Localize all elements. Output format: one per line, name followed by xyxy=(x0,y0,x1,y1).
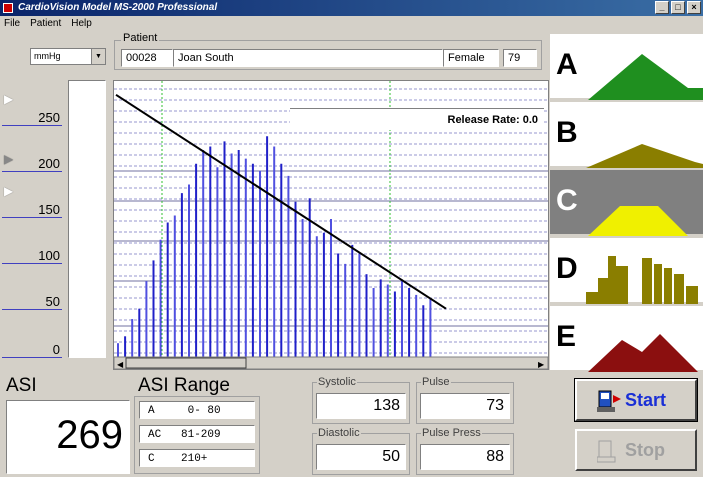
asi-range-row: A 0- 80 xyxy=(139,401,255,419)
scale-label: 250 xyxy=(2,110,62,126)
scrollbar-thumb xyxy=(125,357,247,369)
start-button[interactable]: Start xyxy=(574,378,698,422)
diastolic-label: Diastolic xyxy=(317,427,361,439)
unit-select-value: mmHg xyxy=(34,51,61,61)
asi-range-label: ASI Range xyxy=(138,375,230,396)
scroll-right-icon: ▶ xyxy=(538,360,545,369)
menu-file[interactable]: File xyxy=(4,16,20,32)
patient-group: Patient 00028 Joan South Female 79 xyxy=(114,32,542,70)
diastolic-marker-icon[interactable]: ▶ xyxy=(4,184,14,198)
waveform-c-icon xyxy=(588,206,688,236)
menu-bar: File Patient Help xyxy=(0,16,703,32)
systolic-marker-icon[interactable]: ▶ xyxy=(4,92,14,106)
diastolic-group: Diastolic 50 xyxy=(312,427,410,475)
scale-label: 100 xyxy=(2,248,62,264)
pulse-press-group: Pulse Press 88 xyxy=(416,427,514,475)
patient-legend: Patient xyxy=(121,32,160,44)
systolic-group: Systolic 138 xyxy=(312,376,410,424)
waveform-a-icon xyxy=(588,54,703,100)
pulse-label: Pulse xyxy=(421,376,451,388)
waveform-panel-a[interactable]: A xyxy=(550,34,703,100)
waveform-panel-e[interactable]: E xyxy=(550,306,703,372)
asi-range-row: AC 81-209 xyxy=(139,425,255,443)
scroll-left-icon: ◀ xyxy=(117,360,124,369)
unit-select[interactable]: mmHg ▼ xyxy=(30,48,106,65)
diastolic-value: 50 xyxy=(316,444,406,470)
waveform-b-icon xyxy=(586,144,703,168)
asi-display: 269 xyxy=(6,400,130,474)
pulse-group: Pulse 73 xyxy=(416,376,514,424)
menu-help[interactable]: Help xyxy=(71,16,92,32)
pulse-press-value: 88 xyxy=(420,444,510,470)
patient-name-field[interactable]: Joan South xyxy=(173,49,443,67)
minimize-button[interactable]: _ xyxy=(655,1,669,14)
pressure-scale: 250 200 150 100 50 0 ▶ ▶ ▶ xyxy=(0,80,66,360)
release-rate-label: Release Rate: 0.0 xyxy=(290,108,544,130)
asi-label: ASI xyxy=(6,375,37,396)
waveform-panel-d[interactable]: D xyxy=(550,238,703,304)
scale-label: 150 xyxy=(2,202,62,218)
stop-button[interactable]: Stop xyxy=(575,429,697,471)
scale-label: 50 xyxy=(2,294,62,310)
waveform-panel-c[interactable]: C xyxy=(550,170,703,236)
pressure-gauge xyxy=(68,80,106,358)
asi-range-group: A 0- 80 AC 81-209 C 210+ xyxy=(134,396,260,474)
systolic-label: Systolic xyxy=(317,376,357,388)
stop-label: Stop xyxy=(625,440,665,460)
patient-age-field[interactable]: 79 xyxy=(503,49,537,67)
waveform-d-icon xyxy=(586,256,698,304)
title-bar: CardioVision Model MS-2000 Professional … xyxy=(0,0,703,16)
pulse-press-label: Pulse Press xyxy=(421,427,482,439)
patient-sex-field[interactable]: Female xyxy=(443,49,499,67)
patient-id-field[interactable]: 00028 xyxy=(121,49,173,67)
systolic-value: 138 xyxy=(316,393,406,419)
window-title: CardioVision Model MS-2000 Professional xyxy=(18,2,218,13)
stop-device-icon xyxy=(597,440,616,463)
start-device-icon xyxy=(597,390,621,412)
close-button[interactable]: × xyxy=(687,1,701,14)
asi-value: 269 xyxy=(56,413,123,457)
waveform-panel-b[interactable]: B xyxy=(550,102,703,168)
asi-range-row: C 210+ xyxy=(139,449,255,467)
menu-patient[interactable]: Patient xyxy=(30,16,61,32)
pulse-value: 73 xyxy=(420,393,510,419)
scale-label: 0 xyxy=(2,342,62,358)
maximize-button[interactable]: □ xyxy=(671,1,685,14)
app-icon xyxy=(3,3,13,13)
start-label: Start xyxy=(625,390,667,410)
chevron-down-icon[interactable]: ▼ xyxy=(91,49,105,64)
mean-marker-icon[interactable]: ▶ xyxy=(4,152,14,166)
waveform-e-icon xyxy=(588,334,698,372)
